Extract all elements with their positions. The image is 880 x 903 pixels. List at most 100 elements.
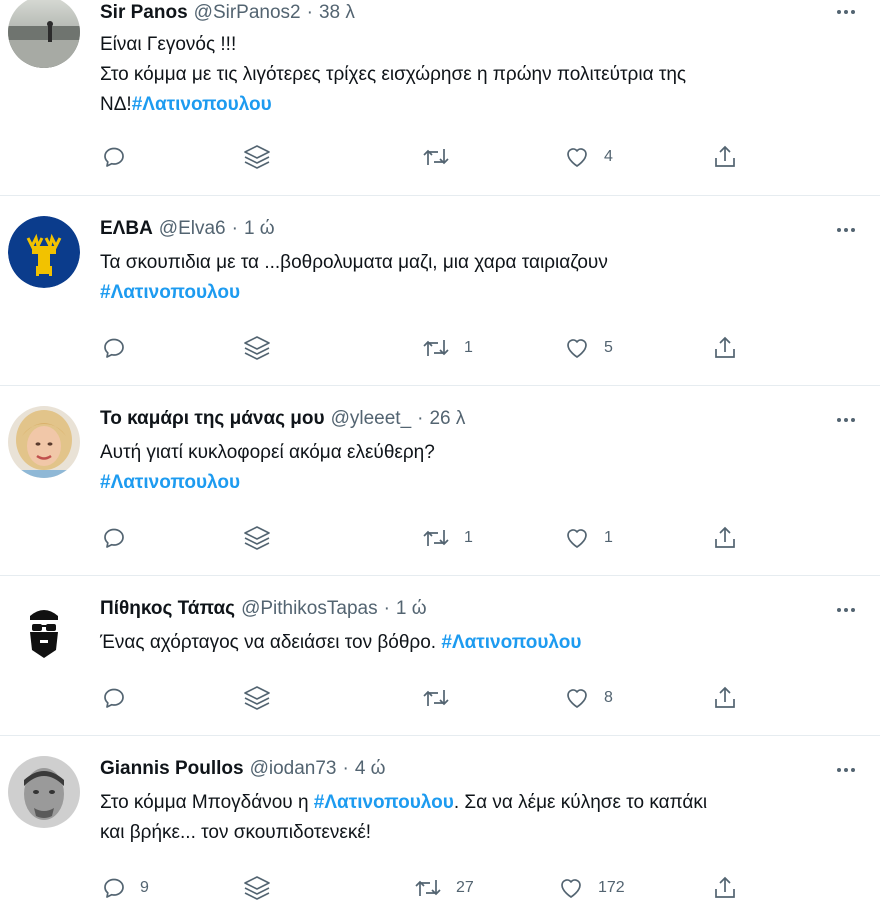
tweet-text-line: Τα σκουπιδια με τα ...βοθρολυματα μαζι, … — [100, 252, 608, 273]
timestamp[interactable]: 26 λ — [429, 408, 465, 430]
share-icon — [712, 525, 738, 551]
share-icon — [712, 335, 738, 361]
heart-icon — [564, 145, 590, 169]
share-icon — [712, 685, 738, 711]
retweet-button[interactable] — [422, 683, 450, 713]
reply-button[interactable] — [102, 523, 126, 553]
more-dots-icon[interactable] — [834, 408, 858, 432]
more-dots-icon[interactable] — [834, 758, 858, 782]
tweet[interactable]: Το καμάρι της μάνας μου @yleeet_ · 26 λ … — [0, 386, 880, 576]
layers-button[interactable] — [242, 683, 272, 713]
like-count: 4 — [604, 148, 613, 165]
reply-button[interactable] — [102, 333, 126, 363]
like-count: 172 — [598, 879, 625, 896]
retweet-count: 1 — [464, 339, 473, 356]
separator-dot: · — [231, 218, 238, 239]
avatar[interactable] — [8, 406, 80, 478]
like-button[interactable]: 4 — [564, 142, 613, 172]
tweet-actions: 1 1 — [0, 523, 880, 553]
reply-icon — [102, 686, 126, 710]
hashtag-link[interactable]: #Λατινοπουλου — [100, 472, 240, 493]
tweet[interactable]: Sir Panos @SirPanos2 · 38 λ Είναι Γεγονό… — [0, 0, 880, 196]
reply-icon — [102, 336, 126, 360]
reply-button[interactable] — [102, 683, 126, 713]
tweet-text: Στο κόμμα Μπογδάνου η #Λατινοπουλου. Σα … — [100, 788, 840, 848]
retweet-button[interactable] — [422, 142, 450, 172]
reply-button[interactable] — [102, 142, 126, 172]
author-handle[interactable]: @Elva6 — [159, 218, 226, 240]
reply-icon — [102, 876, 126, 900]
layers-button[interactable] — [242, 333, 272, 363]
author-handle[interactable]: @PithikosTapas — [241, 598, 378, 620]
retweet-icon — [414, 876, 442, 900]
tweet-actions: 9 27 172 — [0, 873, 880, 903]
heart-icon — [564, 526, 590, 550]
tweet-text: Είναι Γεγονός !!! Στο κόμμα με τις λιγότ… — [100, 30, 840, 120]
reply-button[interactable]: 9 — [102, 873, 149, 903]
author-handle[interactable]: @iodan73 — [250, 758, 337, 780]
layers-icon — [242, 333, 272, 363]
text-segment: . Σα να λέμε κύλησε το καπάκι — [453, 792, 708, 813]
retweet-button[interactable]: 27 — [414, 873, 474, 903]
retweet-button[interactable]: 1 — [422, 333, 473, 363]
author-handle[interactable]: @SirPanos2 — [194, 2, 301, 24]
tweet-text-line: ΝΔ!#Λατινοπουλου — [100, 90, 840, 120]
share-button[interactable] — [712, 683, 738, 713]
hashtag-link[interactable]: #Λατινοπουλου — [441, 632, 581, 653]
like-button[interactable]: 5 — [564, 333, 613, 363]
hashtag-link[interactable]: #Λατινοπουλου — [100, 282, 240, 303]
reply-icon — [102, 145, 126, 169]
text-segment: Στο κόμμα Μπογδάνου η — [100, 792, 314, 813]
retweet-icon — [422, 686, 450, 710]
author-name[interactable]: Giannis Poullos — [100, 758, 244, 780]
avatar[interactable] — [8, 216, 80, 288]
tweet-text: Τα σκουπιδια με τα ...βοθρολυματα μαζι, … — [100, 248, 840, 308]
tweet[interactable]: Giannis Poullos @iodan73 · 4 ώ Στο κόμμα… — [0, 736, 880, 900]
author-name[interactable]: Το καμάρι της μάνας μου — [100, 408, 325, 430]
avatar[interactable] — [8, 756, 80, 828]
like-button[interactable]: 8 — [564, 683, 613, 713]
layers-button[interactable] — [242, 523, 272, 553]
author-handle[interactable]: @yleeet_ — [331, 408, 412, 430]
share-button[interactable] — [712, 333, 738, 363]
text-segment: ΝΔ! — [100, 94, 132, 115]
author-name[interactable]: Sir Panos — [100, 2, 188, 24]
more-dots-icon[interactable] — [834, 218, 858, 242]
tweet[interactable]: Πίθηκος Τάπας @PithikosTapas · 1 ώ Ένας … — [0, 576, 880, 736]
retweet-count: 1 — [464, 529, 473, 546]
tweet-text-line: Αυτή γιατί κυκλοφορεί ακόμα ελεύθερη? — [100, 442, 435, 463]
layers-button[interactable] — [242, 142, 272, 172]
tweet[interactable]: ΕΛΒΑ @Elva6 · 1 ώ Τα σκουπιδια με τα ...… — [0, 196, 880, 386]
tweet-text-line: Στο κόμμα Μπογδάνου η #Λατινοπουλου. Σα … — [100, 788, 840, 818]
like-button[interactable]: 1 — [564, 523, 613, 553]
hashtag-link[interactable]: #Λατινοπουλου — [314, 792, 454, 813]
retweet-count: 27 — [456, 879, 474, 896]
timestamp[interactable]: 4 ώ — [355, 758, 386, 780]
separator-dot: · — [417, 408, 424, 429]
like-count: 1 — [604, 529, 613, 546]
tweet-header: Το καμάρι της μάνας μου @yleeet_ · 26 λ — [100, 406, 465, 432]
share-button[interactable] — [712, 142, 738, 172]
timestamp[interactable]: 1 ώ — [396, 598, 427, 620]
tweet-actions: 8 — [0, 683, 880, 713]
timestamp[interactable]: 38 λ — [319, 2, 355, 24]
avatar[interactable] — [8, 0, 80, 68]
more-dots-icon[interactable] — [834, 598, 858, 622]
author-name[interactable]: Πίθηκος Τάπας — [100, 598, 235, 620]
timestamp[interactable]: 1 ώ — [244, 218, 275, 240]
like-button[interactable]: 172 — [558, 873, 625, 903]
author-name[interactable]: ΕΛΒΑ — [100, 218, 153, 240]
text-segment: Ένας αχόρταγος να αδειάσει τον βόθρο. — [100, 632, 442, 653]
layers-icon — [242, 873, 272, 903]
share-button[interactable] — [712, 873, 738, 903]
reply-icon — [102, 526, 126, 550]
retweet-button[interactable]: 1 — [422, 523, 473, 553]
hashtag-link[interactable]: #Λατινοπουλου — [132, 94, 272, 115]
layers-button[interactable] — [242, 873, 272, 903]
more-dots-icon[interactable] — [834, 0, 858, 24]
like-count: 8 — [604, 689, 613, 706]
like-count: 5 — [604, 339, 613, 356]
share-button[interactable] — [712, 523, 738, 553]
retweet-icon — [422, 336, 450, 360]
avatar[interactable] — [8, 596, 80, 668]
